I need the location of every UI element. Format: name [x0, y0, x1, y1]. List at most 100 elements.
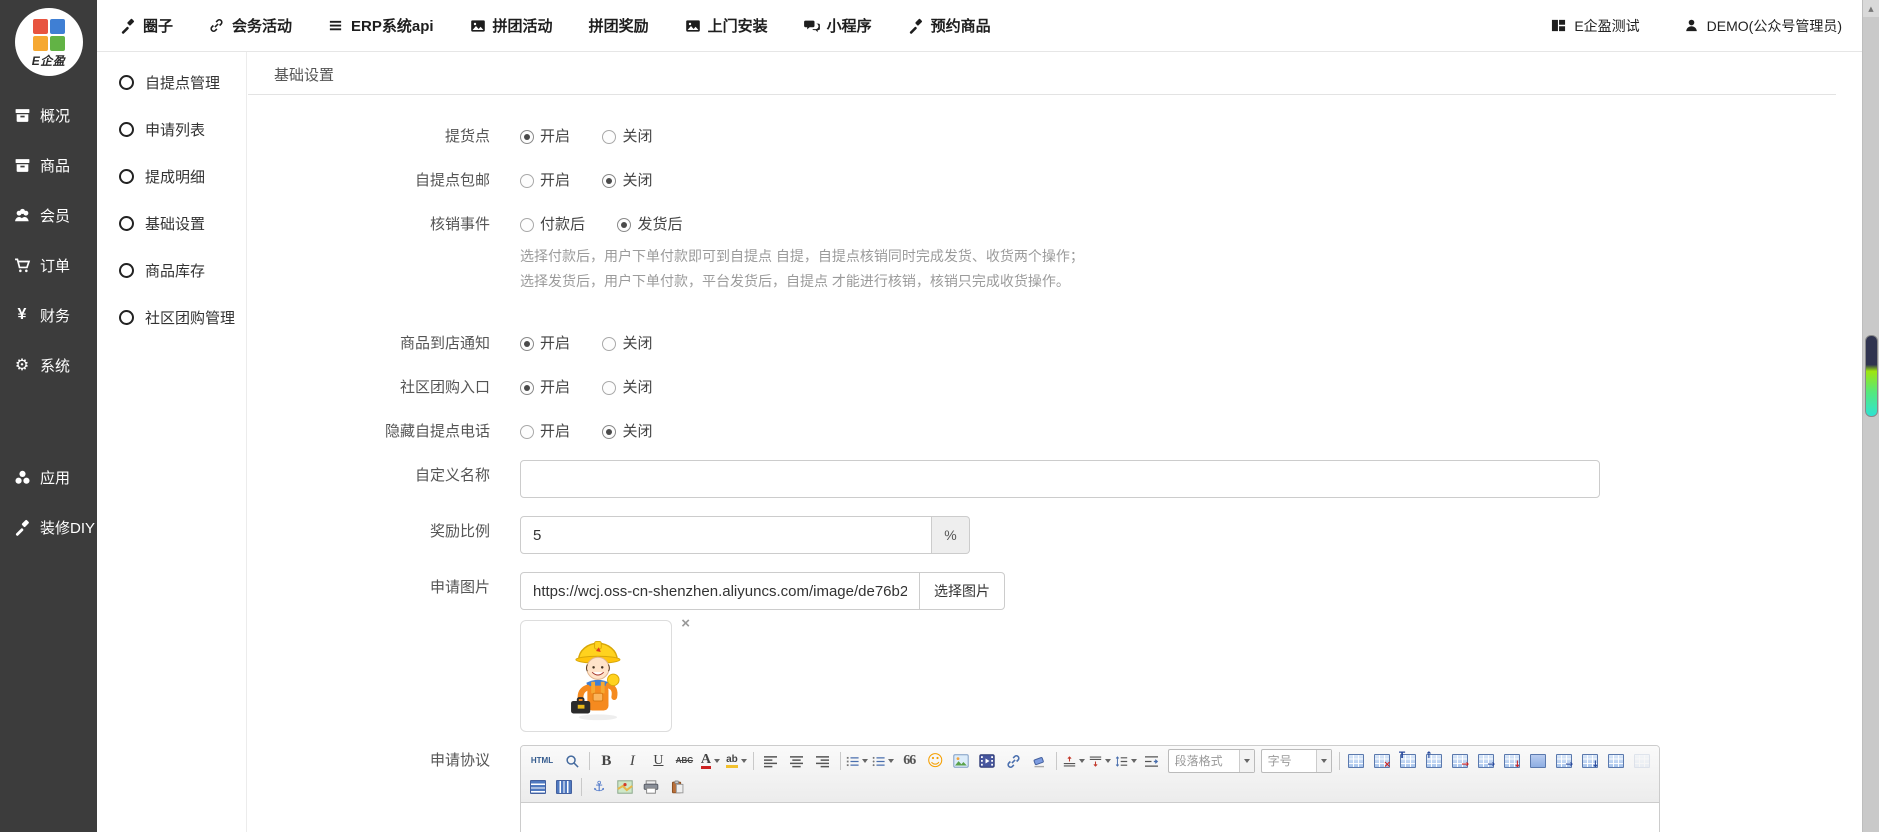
account-shop[interactable]: E企盈测试 [1551, 16, 1639, 36]
unordered-list-icon[interactable] [871, 749, 895, 773]
nav-item-door-install[interactable]: 上门安装 [685, 15, 768, 36]
preview-icon[interactable] [560, 749, 584, 773]
sidebar-item-system[interactable]: ⚙ 系统 [0, 340, 97, 390]
font-size-select[interactable]: 字号 [1261, 749, 1332, 773]
emoticon-icon[interactable]: ☺ [923, 749, 947, 773]
print-icon[interactable] [639, 775, 663, 799]
remove-format-icon[interactable] [1027, 749, 1051, 773]
submenu-item-pickup-manage[interactable]: 自提点管理 [97, 59, 246, 106]
indent-icon[interactable] [1140, 749, 1164, 773]
apply-image-url-input[interactable] [520, 572, 920, 610]
radio-option-on[interactable]: 开启 [520, 121, 570, 153]
radio-input[interactable] [520, 425, 534, 439]
insert-link-icon[interactable] [1001, 749, 1025, 773]
insert-col-left-icon[interactable]: → [1474, 749, 1498, 773]
delete-table-icon[interactable]: × [1370, 749, 1394, 773]
radio-option-on[interactable]: 开启 [520, 416, 570, 448]
radio-option-after-payment[interactable]: 付款后 [520, 209, 585, 241]
nav-item-mini-program[interactable]: 小程序 [804, 15, 872, 36]
radio-option-off[interactable]: 关闭 [602, 416, 652, 448]
radio-option-off[interactable]: 关闭 [602, 328, 652, 360]
sidebar-item-orders[interactable]: 订单 [0, 240, 97, 290]
chevron-down-icon[interactable] [1316, 750, 1331, 772]
sidebar-item-members[interactable]: 会员 [0, 190, 97, 240]
merge-cols-icon[interactable] [552, 775, 576, 799]
align-right-icon[interactable] [811, 749, 835, 773]
table-cell-props-icon[interactable]: T [1396, 749, 1420, 773]
nav-item-group-activity[interactable]: 拼团活动 [470, 15, 553, 36]
line-height-icon[interactable] [1114, 749, 1138, 773]
chevron-down-icon[interactable] [1239, 750, 1254, 772]
submenu-item-basic-settings[interactable]: 基础设置 [97, 200, 246, 247]
anchor-icon[interactable]: ⚓ [587, 775, 611, 799]
split-col-icon[interactable]: ↓ [1578, 749, 1602, 773]
remove-image-icon[interactable]: × [681, 616, 690, 631]
radio-input[interactable] [520, 174, 534, 188]
radio-option-off[interactable]: 关闭 [602, 372, 652, 404]
underline-icon[interactable]: U [646, 749, 670, 773]
nav-item-circle[interactable]: 圈子 [120, 15, 173, 36]
radio-option-off[interactable]: 关闭 [602, 121, 652, 153]
split-row-icon[interactable]: → [1552, 749, 1576, 773]
margin-top-icon[interactable] [1062, 749, 1086, 773]
nav-item-group-reward[interactable]: 拼团奖励 [589, 15, 649, 36]
submenu-item-community-group[interactable]: 社区团购管理 [97, 294, 246, 341]
align-left-icon[interactable] [759, 749, 783, 773]
radio-input[interactable] [520, 130, 534, 144]
margin-bottom-icon[interactable] [1088, 749, 1112, 773]
scrollbar-up-icon[interactable]: ▲ [1863, 0, 1879, 17]
radio-option-off[interactable]: 关闭 [602, 165, 652, 197]
insert-media-icon[interactable] [975, 749, 999, 773]
editor-content-area[interactable] [521, 803, 1659, 832]
sidebar-item-overview[interactable]: 概况 [0, 90, 97, 140]
radio-input[interactable] [602, 337, 616, 351]
radio-option-on[interactable]: 开启 [520, 328, 570, 360]
radio-input[interactable] [602, 425, 616, 439]
sidebar-item-apps[interactable]: 应用 [0, 452, 97, 502]
submenu-item-apply-list[interactable]: 申请列表 [97, 106, 246, 153]
html-source-button[interactable]: HTML [526, 749, 558, 773]
radio-input[interactable] [617, 218, 631, 232]
radio-input[interactable] [520, 381, 534, 395]
map-icon[interactable] [613, 775, 637, 799]
radio-option-after-shipping[interactable]: 发货后 [617, 209, 682, 241]
highlight-color-icon[interactable]: ab [724, 749, 748, 773]
submenu-item-commission-detail[interactable]: 提成明细 [97, 153, 246, 200]
nav-item-meeting[interactable]: 会务活动 [209, 15, 292, 36]
radio-option-on[interactable]: 开启 [520, 165, 570, 197]
radio-input[interactable] [602, 174, 616, 188]
paragraph-format-select[interactable]: 段落格式 [1168, 749, 1255, 773]
ordered-list-icon[interactable] [845, 749, 869, 773]
nav-item-reserve-goods[interactable]: 预约商品 [908, 15, 991, 36]
merge-rows-icon[interactable] [526, 775, 550, 799]
italic-icon[interactable]: I [620, 749, 644, 773]
uploaded-image-thumbnail[interactable] [520, 620, 672, 732]
scrollbar-thumb[interactable] [1865, 335, 1878, 417]
insert-image-icon[interactable] [949, 749, 973, 773]
account-user[interactable]: DEMO(公众号管理员) [1684, 16, 1842, 36]
radio-input[interactable] [520, 218, 534, 232]
merge-cells-icon[interactable] [1526, 749, 1550, 773]
custom-name-input[interactable] [520, 460, 1600, 498]
delete-col-icon[interactable]: ↓ [1500, 749, 1524, 773]
sidebar-item-finance[interactable]: ¥ 财务 [0, 290, 97, 340]
align-center-icon[interactable] [785, 749, 809, 773]
font-color-icon[interactable]: A [698, 749, 722, 773]
nav-item-erp-api[interactable]: ERP系统api [328, 15, 434, 36]
bold-icon[interactable]: B [594, 749, 618, 773]
radio-input[interactable] [520, 337, 534, 351]
insert-row-above-icon[interactable]: ↑ [1422, 749, 1446, 773]
radio-input[interactable] [602, 381, 616, 395]
blockquote-icon[interactable]: 66 [897, 749, 921, 773]
app-logo[interactable]: E企盈 [15, 8, 83, 76]
radio-input[interactable] [602, 130, 616, 144]
paste-icon[interactable] [665, 775, 689, 799]
submenu-item-goods-stock[interactable]: 商品库存 [97, 247, 246, 294]
radio-option-on[interactable]: 开启 [520, 372, 570, 404]
sidebar-item-diy[interactable]: 装修DIY [0, 502, 97, 552]
page-scrollbar[interactable]: ▲ [1862, 0, 1879, 832]
choose-image-button[interactable]: 选择图片 [919, 572, 1005, 610]
reward-ratio-input[interactable] [520, 516, 932, 554]
sidebar-item-goods[interactable]: 商品 [0, 140, 97, 190]
delete-row-icon[interactable]: → [1448, 749, 1472, 773]
